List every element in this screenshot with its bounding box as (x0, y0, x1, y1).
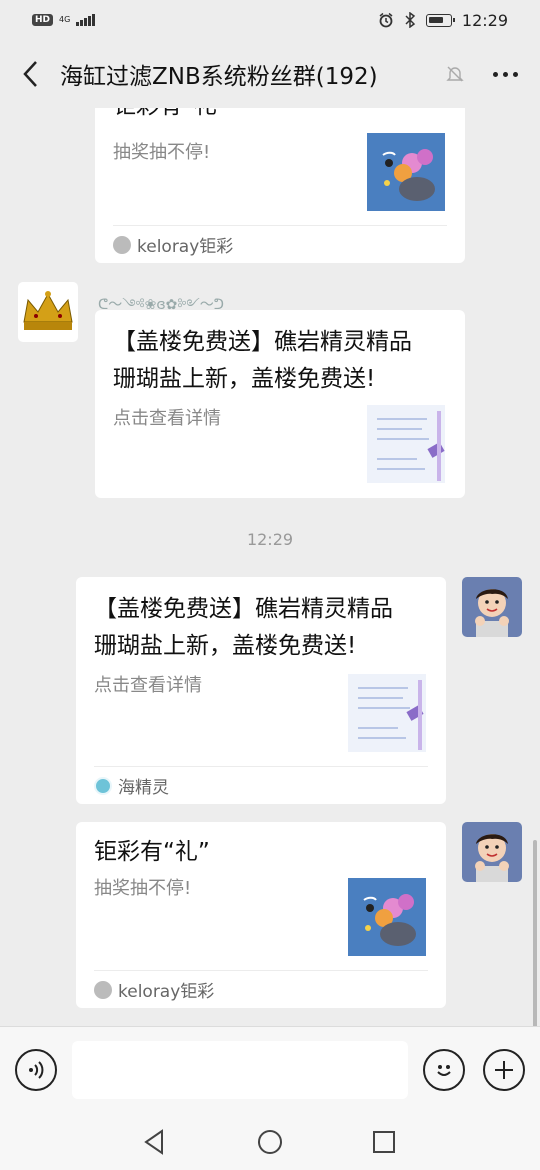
card-source: 海精灵 (94, 766, 428, 804)
more-button[interactable] (470, 40, 540, 108)
signal-icon (76, 14, 96, 26)
chat-area[interactable]: 钜彩有“礼” 抽奖抽不停! keloray钜彩 ᕦ〜༺❀ɞ✿༻〜ᕤ 【盖楼免费送… (0, 108, 540, 1026)
back-chevron-icon (23, 61, 37, 87)
message-input[interactable] (72, 1041, 408, 1099)
card-title-line-1: 【盖楼免费送】礁岩精灵精品 (113, 329, 412, 355)
card-desc: 抽奖抽不停! (113, 142, 211, 163)
emoji-icon (437, 1065, 451, 1076)
document-thumbnail (367, 405, 445, 483)
mute-indicator (440, 64, 470, 84)
recents-square-icon (373, 1131, 395, 1153)
link-card-keloray[interactable]: 钜彩有“礼” 抽奖抽不停! keloray钜彩 (76, 822, 446, 1008)
card-title: 钜彩有“礼” (113, 108, 229, 125)
more-dots-icon (492, 71, 498, 77)
link-card-coral-salt[interactable]: 【盖楼免费送】礁岩精灵精品 珊瑚盐上新，盖楼免费送! 点击查看详情 (95, 310, 465, 498)
status-bar: HD 4G 12:29 (0, 0, 540, 40)
avatar[interactable] (462, 577, 522, 637)
link-card-coral-salt-sent[interactable]: 【盖楼免费送】礁岩精灵精品 珊瑚盐上新，盖楼免费送! 点击查看详情 海精灵 (76, 577, 446, 804)
keloray-logo-icon (94, 980, 112, 999)
girl-avatar-icon (462, 822, 522, 882)
hd-badge: HD (32, 14, 54, 26)
back-button[interactable] (0, 40, 60, 108)
status-right: 12:29 (378, 11, 508, 30)
avatar[interactable] (462, 822, 522, 882)
bluetooth-icon (405, 12, 416, 28)
voice-button[interactable] (15, 1049, 57, 1091)
card-source-label: keloray钜彩 (137, 237, 234, 257)
card-source: keloray钜彩 (94, 970, 428, 1008)
scrollbar[interactable] (533, 840, 537, 1026)
crown-icon (18, 282, 78, 342)
system-recents-button[interactable] (370, 1128, 398, 1156)
avatar[interactable] (18, 282, 78, 342)
girl-avatar-icon (462, 577, 522, 637)
system-back-button[interactable] (140, 1128, 168, 1156)
back-triangle-icon (144, 1129, 163, 1155)
link-card-keloray-top[interactable]: 钜彩有“礼” 抽奖抽不停! keloray钜彩 (95, 108, 465, 263)
card-title-line-1: 【盖楼免费送】礁岩精灵精品 (94, 596, 393, 622)
home-circle-icon (258, 1130, 282, 1154)
chat-header: 海缸过滤ZNB系统粉丝群(192) (0, 40, 540, 108)
status-time: 12:29 (461, 10, 508, 30)
document-thumbnail (348, 674, 426, 752)
input-bar (0, 1026, 540, 1114)
coral-thumbnail (367, 133, 445, 211)
coral-thumbnail (348, 878, 426, 956)
status-left: HD 4G (32, 14, 96, 26)
timestamp: 12:29 (246, 530, 294, 549)
emoji-button[interactable] (423, 1049, 465, 1091)
more-dot (502, 71, 508, 77)
more-dot (512, 71, 518, 77)
mute-bell-icon (446, 66, 464, 82)
card-source: keloray钜彩 (113, 225, 447, 263)
network-label: 4G (59, 15, 71, 24)
system-home-button[interactable] (256, 1128, 284, 1156)
plus-icon (495, 1061, 513, 1079)
voice-icon (29, 1061, 44, 1079)
plus-button[interactable] (483, 1049, 525, 1091)
sea-sprite-logo-icon (94, 776, 112, 795)
alarm-icon (379, 12, 393, 28)
system-navigation (0, 1114, 540, 1170)
card-title: 钜彩有“礼” (94, 839, 210, 865)
battery-icon (425, 13, 455, 27)
card-source-label: 海精灵 (118, 778, 169, 798)
card-source-label: keloray钜彩 (118, 982, 215, 1002)
keloray-logo-icon (113, 235, 131, 254)
card-desc: 点击查看详情 (113, 408, 221, 429)
card-title-line-2: 珊瑚盐上新，盖楼免费送! (113, 366, 376, 392)
card-desc: 抽奖抽不停! (94, 878, 192, 899)
card-title-line-2: 珊瑚盐上新，盖楼免费送! (94, 633, 357, 659)
chat-title: 海缸过滤ZNB系统粉丝群(192) (60, 64, 378, 90)
card-desc: 点击查看详情 (94, 675, 202, 696)
